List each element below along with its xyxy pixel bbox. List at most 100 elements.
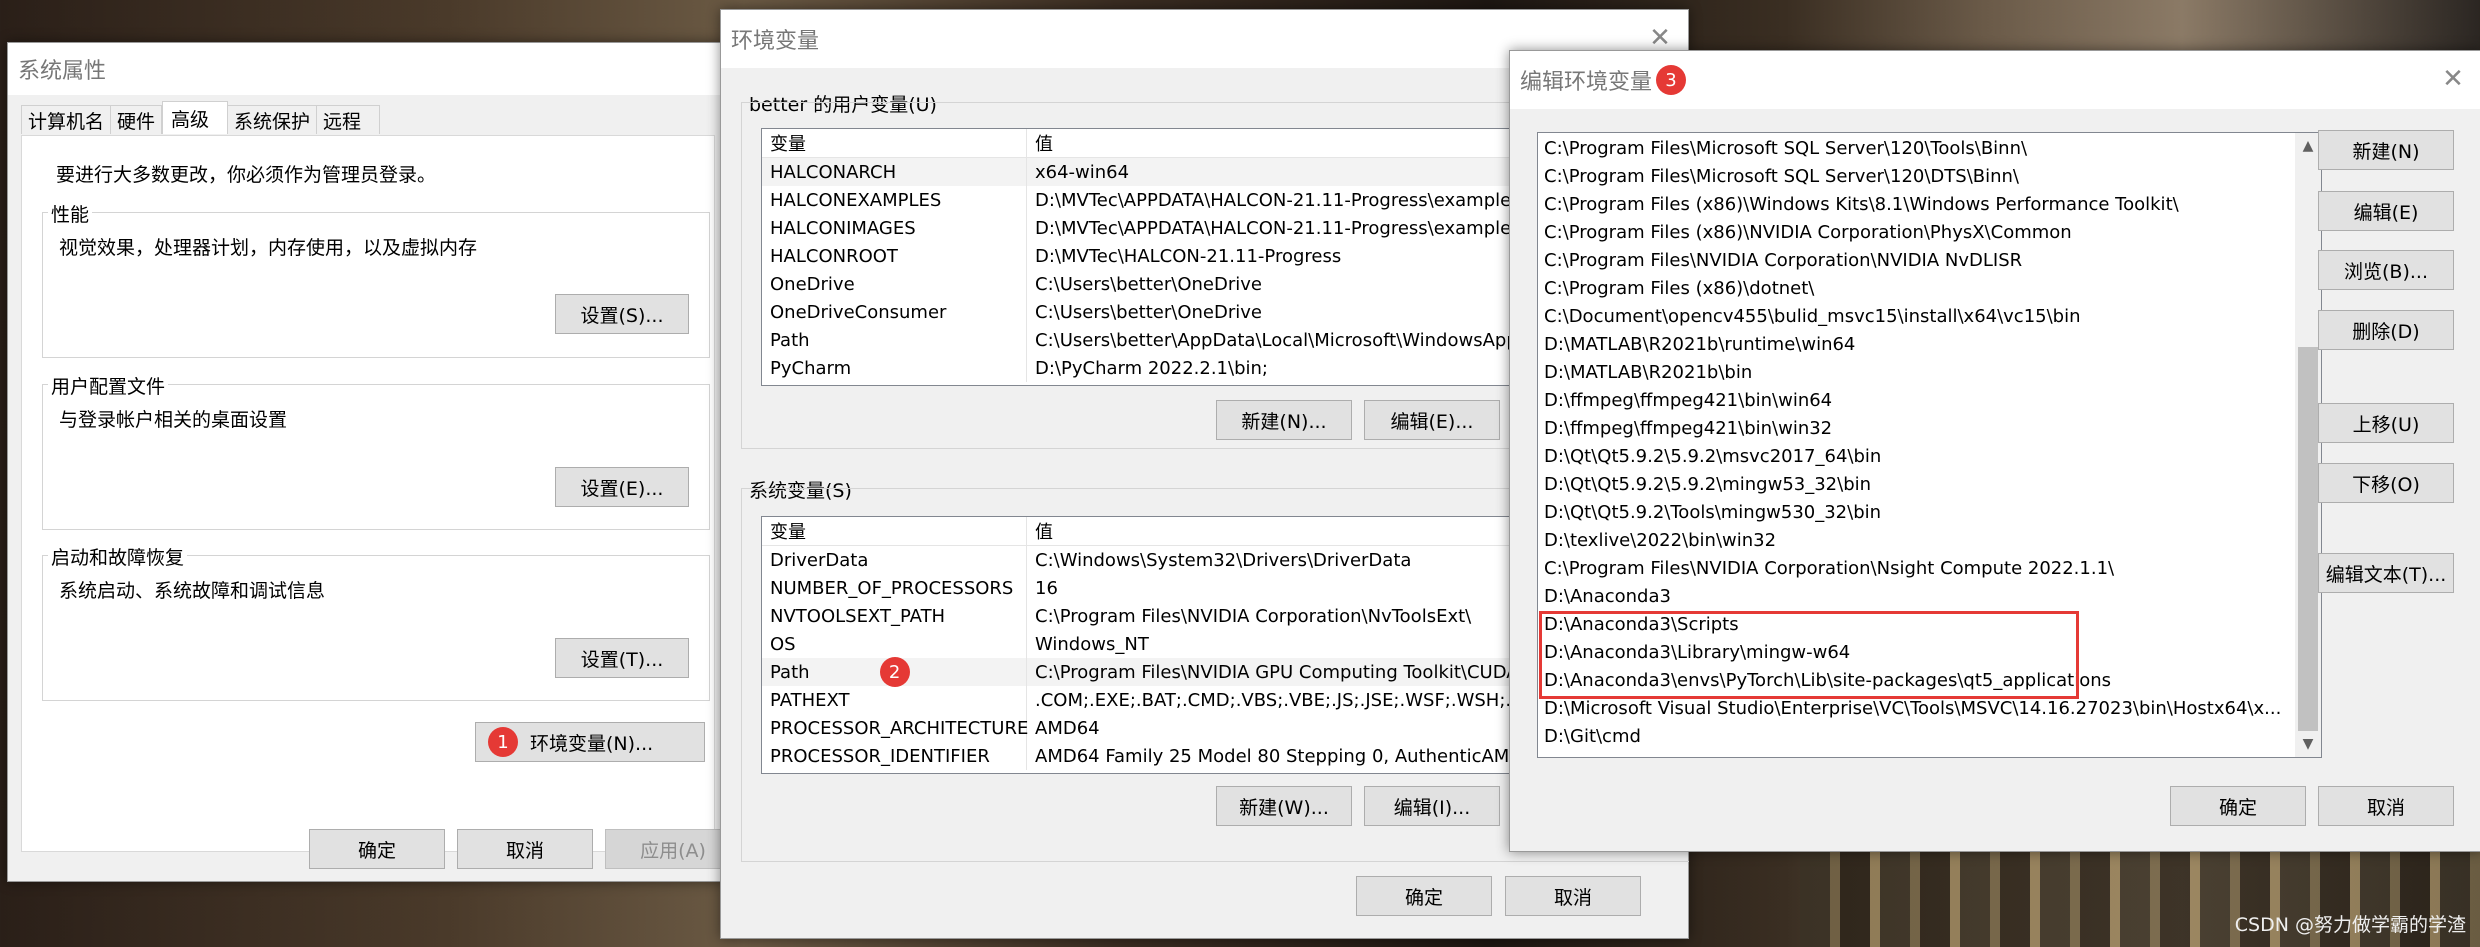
edit-environment-variable-window: 编辑环境变量 3 ✕ C:\Program Files\Microsoft SQ… [1509,50,2480,852]
edit-text-button[interactable]: 编辑文本(T)... [2318,553,2454,593]
user-new-button[interactable]: 新建(N)... [1216,400,1352,440]
button-label: 环境变量(N)... [530,732,654,755]
user-edit-button[interactable]: 编辑(E)... [1364,400,1500,440]
button-label: 编辑(E)... [1390,410,1474,433]
col-variable-header[interactable]: 变量 [762,129,1027,157]
tab-label: 远程 [323,110,362,133]
path-list-item[interactable]: D:\Anaconda3 [1538,583,2294,611]
path-list-item[interactable]: C:\Program Files (x86)\Windows Kits\8.1\… [1538,191,2294,219]
system-edit-button[interactable]: 编辑(I)... [1364,786,1500,826]
variable-name-cell: HALCONROOT [762,242,1027,270]
button-label: 下移(O) [2352,473,2420,496]
edit-button[interactable]: 编辑(E) [2318,191,2454,231]
tab-advanced[interactable]: 高级 [162,101,229,134]
tab-remote[interactable]: 远程 [317,105,381,134]
move-up-button[interactable]: 上移(U) [2318,403,2454,443]
new-button[interactable]: 新建(N) [2318,130,2454,170]
path-list-item[interactable]: C:\Program Files\Microsoft SQL Server\12… [1538,135,2294,163]
scrollbar-thumb[interactable] [2298,347,2318,731]
button-label: 取消 [505,839,544,862]
performance-settings-button[interactable]: 设置(S)... [555,294,689,334]
title-bar: 系统属性 [8,43,727,95]
button-label: 上移(U) [2352,413,2420,436]
cancel-button[interactable]: 取消 [1505,876,1641,916]
tab-system-protection[interactable]: 系统保护 [228,105,318,134]
move-down-button[interactable]: 下移(O) [2318,463,2454,503]
ok-button[interactable]: 确定 [2170,786,2306,826]
close-icon[interactable]: ✕ [2439,65,2467,93]
variable-name: PROCESSOR_ARCHITECTURE [770,717,1029,739]
environment-variables-button[interactable]: 1 环境变量(N)... [475,722,705,762]
ok-button[interactable]: 确定 [309,829,445,869]
button-label: 浏览(B)... [2344,260,2428,283]
window-title: 系统属性 [18,59,107,84]
variable-name: NVTOOLSEXT_PATH [770,605,946,627]
variable-name-cell: PATHEXT [762,686,1027,714]
ok-button[interactable]: 确定 [1356,876,1492,916]
profile-desc: 与登录帐户相关的桌面设置 [59,409,288,431]
profile-label: 用户配置文件 [48,372,169,399]
path-list-item[interactable]: C:\Program Files\Microsoft SQL Server\12… [1538,163,2294,191]
tab-hardware[interactable]: 硬件 [111,105,163,134]
startup-settings-button[interactable]: 设置(T)... [555,638,689,678]
variable-name-cell: NVTOOLSEXT_PATH [762,602,1027,630]
path-list-item[interactable]: C:\Program Files\NVIDIA Corporation\NVID… [1538,247,2294,275]
button-label: 确定 [1404,886,1443,909]
path-list-item[interactable]: D:\ffmpeg\ffmpeg421\bin\win32 [1538,415,2294,443]
col-variable-header[interactable]: 变量 [762,517,1027,545]
path-list-item[interactable]: D:\Qt\Qt5.9.2\5.9.2\mingw53_32\bin [1538,471,2294,499]
watermark: CSDN @努力做学霸的学渣 [2234,914,2466,936]
button-label: 删除(D) [2352,320,2420,343]
path-list-item[interactable]: D:\Qt\Qt5.9.2\Tools\mingw530_32\bin [1538,499,2294,527]
path-list-item[interactable]: D:\ffmpeg\ffmpeg421\bin\win64 [1538,387,2294,415]
tab-computer-name[interactable]: 计算机名 [21,105,112,134]
button-label: 应用(A) [640,839,706,862]
cancel-button[interactable]: 取消 [457,829,593,869]
button-label: 编辑文本(T)... [2325,563,2447,586]
variable-name-cell: DriverData [762,546,1027,574]
variable-name: DriverData [770,549,869,571]
path-list-item[interactable]: C:\Program Files\NVIDIA Corporation\Nsig… [1538,555,2294,583]
profile-settings-button[interactable]: 设置(E)... [555,467,689,507]
button-label: 新建(W)... [1239,796,1329,819]
variable-name-cell: HALCONARCH [762,158,1027,186]
path-list-item[interactable]: D:\MATLAB\R2021b\runtime\win64 [1538,331,2294,359]
variable-name: PATHEXT [770,689,850,711]
scroll-down-icon[interactable]: ▼ [2295,731,2321,757]
highlight-box [1539,611,2079,699]
path-list-item[interactable]: C:\Program Files (x86)\dotnet\ [1538,275,2294,303]
button-label: 设置(E)... [580,477,664,500]
button-label: 编辑(I)... [1393,796,1471,819]
variable-name-cell: PROCESSOR_IDENTIFIER [762,742,1027,770]
title-bar: 编辑环境变量 3 ✕ [1510,51,2480,109]
admin-note: 要进行大多数更改，你必须作为管理员登录。 [56,164,437,186]
startup-label: 启动和故障恢复 [48,543,188,570]
button-label: 编辑(E) [2353,201,2419,224]
variable-name: Path [770,661,810,683]
button-label: 确定 [2218,796,2257,819]
performance-label: 性能 [48,200,93,227]
path-list-item[interactable]: C:\Document\opencv455\bulid_msvc15\insta… [1538,303,2294,331]
variable-name-cell: OneDriveConsumer [762,298,1027,326]
path-list-item[interactable]: D:\Microsoft Visual Studio\Enterprise\VC… [1538,695,2294,723]
path-list-item[interactable]: D:\texlive\2022\bin\win32 [1538,527,2294,555]
tab-label: 系统保护 [234,110,311,133]
performance-desc: 视觉效果，处理器计划，内存使用，以及虚拟内存 [59,237,478,259]
variable-name-cell: Path [762,326,1027,354]
button-label: 取消 [2366,796,2405,819]
tab-label: 高级 [171,108,210,131]
path-list-item[interactable]: C:\Program Files (x86)\NVIDIA Corporatio… [1538,219,2294,247]
step-badge-3: 3 [1656,65,1687,95]
cancel-button[interactable]: 取消 [2318,786,2454,826]
tab-panel: 要进行大多数更改，你必须作为管理员登录。 视觉效果，处理器计划，内存使用，以及虚… [21,135,715,852]
button-label: 设置(T)... [580,648,664,671]
delete-button[interactable]: 删除(D) [2318,310,2454,350]
path-list-item[interactable]: D:\MATLAB\R2021b\bin [1538,359,2294,387]
close-icon[interactable]: ✕ [1646,24,1674,52]
variable-name-cell: PyCharm [762,354,1027,382]
step-badge-2: 2 [879,657,910,687]
system-new-button[interactable]: 新建(W)... [1216,786,1352,826]
path-list-item[interactable]: D:\Git\cmd [1538,723,2294,751]
browse-button[interactable]: 浏览(B)... [2318,250,2454,290]
path-list-item[interactable]: D:\Qt\Qt5.9.2\5.9.2\msvc2017_64\bin [1538,443,2294,471]
